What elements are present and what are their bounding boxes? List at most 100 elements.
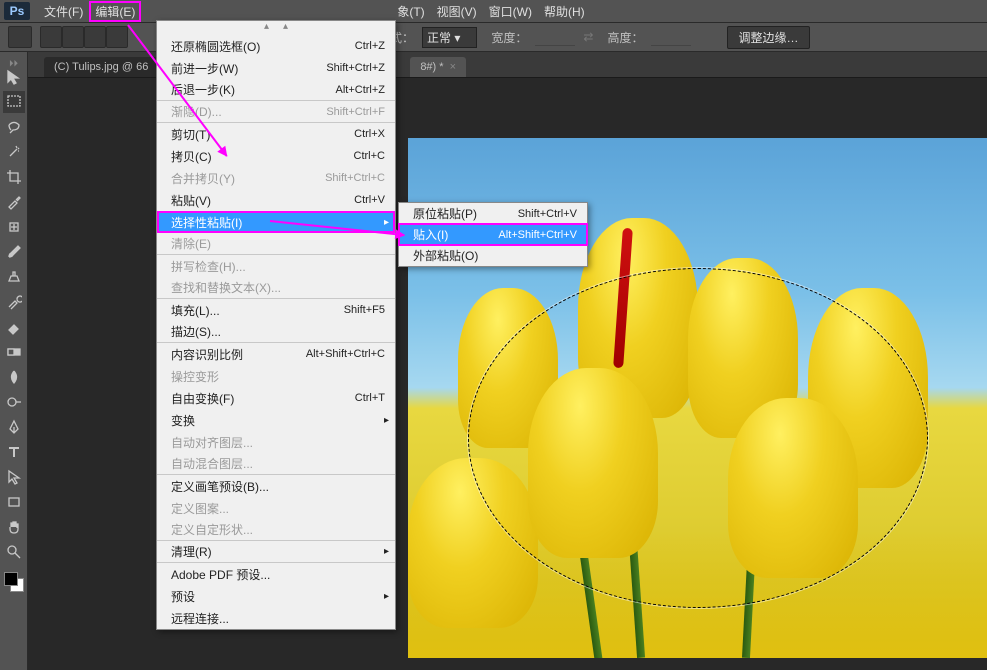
style-select[interactable]: 正常 ▾: [422, 27, 477, 48]
menu-item[interactable]: 远程连接...: [157, 607, 395, 629]
menu-item-label: 定义画笔预设(B)...: [171, 478, 269, 495]
selection-new-icon[interactable]: [40, 26, 62, 48]
menu-item-label: 内容识别比例: [171, 346, 243, 363]
submenu-item[interactable]: 贴入(I)Alt+Shift+Ctrl+V: [399, 224, 587, 245]
history-brush-tool[interactable]: [3, 291, 25, 313]
menu-item: 操控变形: [157, 365, 395, 387]
menu-item[interactable]: 变换 ▸: [157, 409, 395, 431]
menu-item-label: 拷贝(C): [171, 148, 212, 165]
menu-edit[interactable]: 编辑(E): [89, 1, 141, 22]
menu-item: 自动混合图层...: [157, 453, 395, 475]
menu-file[interactable]: 文件(F): [38, 1, 89, 22]
submenu-item-shortcut: Alt+Shift+Ctrl+V: [498, 229, 577, 241]
selection-subtract-icon[interactable]: [84, 26, 106, 48]
menu-item: 清除(E): [157, 233, 395, 255]
menu-item[interactable]: 填充(L)...Shift+F5: [157, 299, 395, 321]
healing-brush-tool[interactable]: [3, 216, 25, 238]
menu-item-label: 合并拷贝(Y): [171, 170, 235, 187]
menu-item-shortcut: Ctrl+X: [354, 128, 385, 140]
menu-item-label: 查找和替换文本(X)...: [171, 279, 281, 296]
eraser-tool[interactable]: [3, 316, 25, 338]
gradient-tool[interactable]: [3, 341, 25, 363]
chevron-right-icon: ▸: [384, 415, 389, 426]
app-logo: Ps: [4, 2, 30, 20]
menu-item[interactable]: 还原椭圆选框(O)Ctrl+Z: [157, 35, 395, 57]
dodge-tool[interactable]: [3, 391, 25, 413]
color-swatches[interactable]: [4, 572, 24, 592]
submenu-item-shortcut: Shift+Ctrl+V: [518, 208, 577, 220]
menu-item-label: 选择性粘贴(I): [171, 214, 242, 231]
width-input[interactable]: [535, 28, 575, 46]
close-icon[interactable]: ×: [450, 61, 456, 73]
menu-item-shortcut: Shift+Ctrl+Z: [326, 62, 385, 74]
marquee-tool[interactable]: [3, 91, 25, 113]
menu-view[interactable]: 视图(V): [431, 1, 483, 22]
clone-stamp-tool[interactable]: [3, 266, 25, 288]
menu-item-label: 变换: [171, 412, 195, 429]
tools-panel: ⏵⏵: [0, 52, 28, 670]
tab-document-1[interactable]: (C) Tulips.jpg @ 66: [44, 57, 158, 77]
selection-intersect-icon[interactable]: [106, 26, 128, 48]
menu-item[interactable]: 内容识别比例 Alt+Shift+Ctrl+C: [157, 343, 395, 365]
menu-item-label: 预设: [171, 588, 195, 605]
selection-add-icon[interactable]: [62, 26, 84, 48]
submenu-item[interactable]: 原位粘贴(P)Shift+Ctrl+V: [399, 203, 587, 224]
menu-item: 定义自定形状...: [157, 519, 395, 541]
collapse-icon[interactable]: ⏵⏵: [5, 58, 23, 66]
submenu-item-label: 外部粘贴(O): [413, 247, 478, 264]
paste-special-submenu: 原位粘贴(P)Shift+Ctrl+V贴入(I)Alt+Shift+Ctrl+V…: [398, 202, 588, 267]
menu-item[interactable]: 预设▸: [157, 585, 395, 607]
menu-window[interactable]: 窗口(W): [483, 1, 538, 22]
menu-item-label: 自由变换(F): [171, 390, 234, 407]
crop-tool[interactable]: [3, 166, 25, 188]
brush-tool[interactable]: [3, 241, 25, 263]
height-input[interactable]: [651, 28, 691, 46]
menu-item[interactable]: 后退一步(K)Alt+Ctrl+Z: [157, 79, 395, 101]
menu-image[interactable]: 象(T): [391, 1, 430, 22]
tool-preset-icon[interactable]: [8, 26, 32, 48]
chevron-right-icon: ▸: [384, 217, 389, 228]
height-label: 高度：: [607, 29, 643, 46]
menu-item[interactable]: 定义画笔预设(B)...: [157, 475, 395, 497]
shape-tool[interactable]: [3, 491, 25, 513]
hand-tool[interactable]: [3, 516, 25, 538]
blur-tool[interactable]: [3, 366, 25, 388]
type-tool[interactable]: [3, 441, 25, 463]
menu-item-label: 定义自定形状...: [171, 521, 253, 538]
menu-item[interactable]: 剪切(T)Ctrl+X: [157, 123, 395, 145]
menu-item-label: 粘贴(V): [171, 192, 211, 209]
menu-scroll-icon: ▴ ▴: [157, 21, 395, 35]
menu-item-label: 定义图案...: [171, 500, 229, 517]
menu-item-label: 描边(S)...: [171, 323, 221, 340]
pen-tool[interactable]: [3, 416, 25, 438]
menu-item[interactable]: 粘贴(V)Ctrl+V: [157, 189, 395, 211]
move-tool[interactable]: [3, 66, 25, 88]
menu-item[interactable]: Adobe PDF 预设...: [157, 563, 395, 585]
menu-item-shortcut: Alt+Shift+Ctrl+C: [306, 348, 385, 360]
menu-help[interactable]: 帮助(H): [538, 1, 591, 22]
refine-edge-button[interactable]: 调整边缘…: [727, 26, 809, 49]
menu-item: 自动对齐图层...: [157, 431, 395, 453]
menu-item-shortcut: Ctrl+T: [355, 392, 385, 404]
magic-wand-tool[interactable]: [3, 141, 25, 163]
menu-item-shortcut: Shift+Ctrl+F: [326, 106, 385, 118]
eyedropper-tool[interactable]: [3, 191, 25, 213]
menu-item: 合并拷贝(Y) Shift+Ctrl+C: [157, 167, 395, 189]
menu-item-shortcut: Shift+Ctrl+C: [325, 172, 385, 184]
menu-item-label: 拼写检查(H)...: [171, 258, 246, 275]
lasso-tool[interactable]: [3, 116, 25, 138]
menu-item[interactable]: 前进一步(W) Shift+Ctrl+Z: [157, 57, 395, 79]
zoom-tool[interactable]: [3, 541, 25, 563]
menu-item[interactable]: 清理(R)▸: [157, 541, 395, 563]
menu-item-label: 前进一步(W): [171, 60, 238, 77]
menu-item[interactable]: 自由变换(F) Ctrl+T: [157, 387, 395, 409]
submenu-item[interactable]: 外部粘贴(O): [399, 245, 587, 266]
menu-item: 拼写检查(H)...: [157, 255, 395, 277]
menu-item[interactable]: 拷贝(C)Ctrl+C: [157, 145, 395, 167]
tab-document-2[interactable]: 8#) * ×: [410, 57, 466, 77]
menu-item-label: 远程连接...: [171, 610, 229, 627]
menu-item[interactable]: 描边(S)...: [157, 321, 395, 343]
path-selection-tool[interactable]: [3, 466, 25, 488]
options-bar: 式： 正常 ▾ 宽度： ⇄ 高度： 调整边缘…: [0, 22, 987, 52]
elliptical-marquee-selection: [468, 268, 928, 608]
